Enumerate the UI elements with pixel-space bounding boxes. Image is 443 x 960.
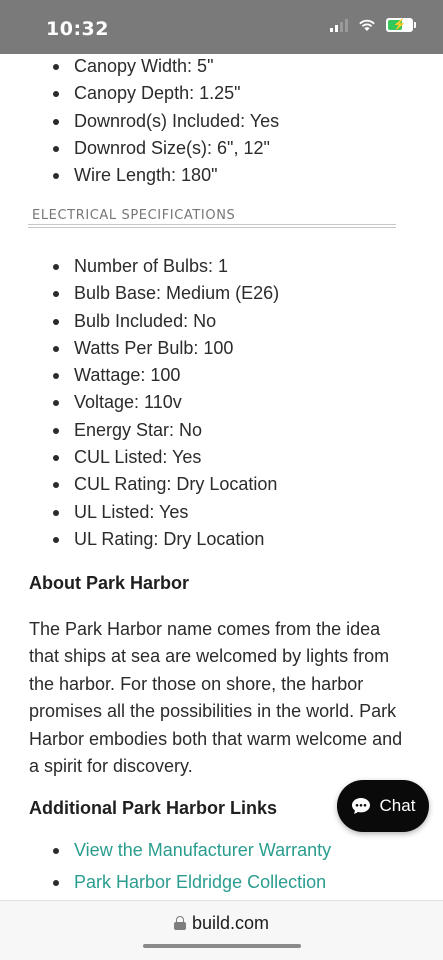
electrical-specs-heading: ELECTRICAL SPECIFICATIONS [32, 208, 236, 223]
url-label: build.com [191, 913, 270, 933]
list-item: CUL Listed: Yes [50, 444, 279, 471]
about-heading: About Park Harbor [29, 573, 190, 593]
about-paragraph: The Park Harbor name comes from the idea… [29, 619, 403, 777]
chat-button[interactable]: Chat [337, 780, 429, 832]
list-item: Canopy Depth: 1.25" [50, 80, 279, 107]
list-item: Bulb Base: Medium (E26) [50, 280, 279, 307]
status-time: 10:32 [46, 18, 109, 40]
list-item: Number of Bulbs: 1 [50, 253, 279, 280]
url-display[interactable]: build.com [0, 913, 443, 934]
list-item: Park Harbor Eldridge Collection [50, 869, 331, 900]
list-item: Wire Length: 180" [50, 162, 279, 189]
list-item: Energy Star: No [50, 417, 279, 444]
battery-charging-icon: ⚡ [386, 18, 416, 32]
chat-label: Chat [379, 796, 416, 815]
list-item: View the Manufacturer Warranty [50, 837, 331, 869]
list-item: UL Rating: Dry Location [50, 526, 279, 553]
warranty-link[interactable]: View the Manufacturer Warranty [74, 840, 331, 860]
section-divider [28, 227, 396, 228]
status-bar: 10:32 ⚡ [0, 0, 443, 54]
list-item: Bulb Included: No [50, 308, 279, 335]
section-divider [28, 224, 396, 225]
lock-icon [173, 916, 186, 930]
status-icons: ⚡ [330, 18, 416, 32]
list-item: UL Listed: Yes [50, 499, 279, 526]
list-item: Wattage: 100 [50, 362, 279, 389]
links-heading: Additional Park Harbor Links [29, 798, 278, 818]
list-item: Voltage: 110v [50, 389, 279, 416]
electrical-spec-list: Number of Bulbs: 1 Bulb Base: Medium (E2… [50, 253, 279, 553]
list-item: Watts Per Bulb: 100 [50, 335, 279, 362]
signal-bars-icon [330, 18, 348, 32]
list-item: Canopy Width: 5" [50, 54, 279, 80]
home-indicator [143, 944, 301, 948]
links-list: View the Manufacturer Warranty Park Harb… [50, 837, 331, 900]
wifi-icon [359, 19, 375, 31]
list-item: CUL Rating: Dry Location [50, 471, 279, 498]
collection-link[interactable]: Park Harbor Eldridge Collection [74, 872, 326, 892]
dimension-spec-list: Canopy Width: 5" Canopy Depth: 1.25" Dow… [50, 54, 279, 189]
browser-url-bar[interactable]: build.com [0, 900, 443, 960]
list-item: Downrod Size(s): 6", 12" [50, 135, 279, 162]
list-item: Downrod(s) Included: Yes [50, 108, 279, 135]
chat-bubble-icon [351, 798, 370, 814]
page-content: Canopy Width: 5" Canopy Depth: 1.25" Dow… [0, 54, 443, 900]
